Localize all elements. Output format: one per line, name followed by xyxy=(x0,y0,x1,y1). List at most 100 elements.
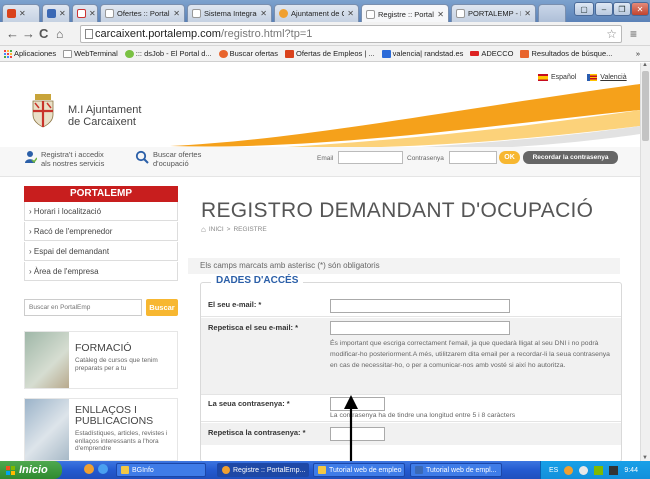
web-page: Español Valencià M.I Ajuntament de Carca… xyxy=(0,63,640,461)
coat-of-arms-logo[interactable] xyxy=(30,93,56,129)
taskbar-item-tutorial-folder[interactable]: Tutorial web de empleo xyxy=(313,463,405,477)
menu-icon[interactable]: ≡ xyxy=(630,27,637,41)
close-window-button[interactable]: ✕ xyxy=(631,2,649,16)
bookmark-resultados[interactable]: Resultados de búsque... xyxy=(520,49,612,58)
maximize-button[interactable]: ❐ xyxy=(613,2,631,16)
reload-icon[interactable]: C xyxy=(39,27,48,41)
password-help-text: La contrasenya ha de tindre una longitud… xyxy=(330,412,516,419)
window-user-icon[interactable]: ▢ xyxy=(574,2,594,16)
promo-formacio[interactable]: FORMACIÓ Catàleg de cursos que tenim pre… xyxy=(24,331,178,389)
search-icon xyxy=(135,150,149,164)
tray-chrome-icon[interactable] xyxy=(564,465,574,475)
sidebar-search-button[interactable]: Buscar xyxy=(146,299,178,316)
password-repeat-label: Repetisca la contrasenya: * xyxy=(208,428,306,437)
bookmark-ofertas-empleos[interactable]: Ofertas de Empleos | ... xyxy=(284,49,375,58)
forward-arrow-icon[interactable]: → xyxy=(22,27,35,41)
email-row: El seu e-mail: * xyxy=(201,295,621,317)
dsjob-icon xyxy=(124,49,134,58)
sidebar-item-area-empresa[interactable]: › Àrea de l'empresa xyxy=(24,262,178,281)
email-repeat-input[interactable] xyxy=(330,321,510,335)
lang-es-link[interactable]: Español xyxy=(551,74,576,81)
page-icon xyxy=(366,9,375,19)
sidebar-item-raco-emprenedor[interactable]: › Racó de l'emprenedor xyxy=(24,222,178,241)
page-icon xyxy=(105,9,114,18)
enllacos-image xyxy=(25,399,69,460)
bookmark-buscar-ofertas[interactable]: Buscar ofertas xyxy=(218,49,278,58)
section-title: DADES D'ACCÉS xyxy=(211,275,304,286)
windows-logo-icon xyxy=(6,465,15,475)
chrome-quicklaunch-icon[interactable] xyxy=(84,464,94,474)
close-icon[interactable]: ✕ xyxy=(89,9,96,18)
breadcrumb-home[interactable]: INICI xyxy=(209,226,224,233)
login-password-input[interactable] xyxy=(449,151,497,164)
browser-tab-strip: ✕ ✕ ✕ Ofertes :: PortalE ✕ Sistema Integ… xyxy=(0,0,650,23)
promo-enllacos[interactable]: ENLLAÇOS I PUBLICACIONS Estadístiques, a… xyxy=(24,398,178,461)
bookmark-star-icon[interactable]: ☆ xyxy=(606,26,617,42)
taskbar-item-registre[interactable]: Registre :: PortalEmp... xyxy=(217,463,309,477)
bookmark-aplicaciones[interactable]: Aplicaciones xyxy=(4,49,56,58)
new-tab-button[interactable] xyxy=(538,4,566,22)
browser-tab-ajuntament[interactable]: Ajuntament de Ca ✕ xyxy=(274,4,359,22)
close-icon[interactable]: ✕ xyxy=(437,10,444,19)
keyboard-language[interactable]: ES xyxy=(549,467,558,474)
password-label: La seua contrasenya: * xyxy=(208,399,290,408)
email-input[interactable] xyxy=(330,299,510,313)
system-tray: ES 9:44 xyxy=(540,461,650,479)
close-icon[interactable]: ✕ xyxy=(59,9,66,18)
favicon-icon xyxy=(47,9,56,18)
browser-toolbar: ← → C ⌂ carcaixent.portalemp.com/registr… xyxy=(0,22,650,46)
bookmark-randstad[interactable]: valencia| randstad.es xyxy=(381,49,463,58)
email-repeat-label: Repetisca el seu e-mail: * xyxy=(208,323,299,332)
register-link[interactable]: Registra't i accedix als nostres servici… xyxy=(25,150,104,168)
formacio-image xyxy=(25,332,69,388)
back-arrow-icon[interactable]: ← xyxy=(6,27,19,41)
more-bookmarks-icon[interactable]: » xyxy=(636,49,640,58)
sidebar-item-horari[interactable]: › Horari i localització xyxy=(24,202,178,221)
ie-quicklaunch-icon[interactable] xyxy=(98,464,108,474)
browser-tab-2[interactable]: ✕ xyxy=(42,4,70,22)
gmail-icon xyxy=(77,9,86,18)
minimize-button[interactable]: – xyxy=(595,2,613,16)
close-icon[interactable]: ✕ xyxy=(524,9,531,18)
taskbar-item-tutorial-word[interactable]: Tutorial web de empl... xyxy=(410,463,502,477)
close-icon[interactable]: ✕ xyxy=(260,9,267,18)
login-email-label: Email xyxy=(317,155,334,162)
close-icon[interactable]: ✕ xyxy=(173,9,180,18)
browser-tab-sistema[interactable]: Sistema Integrado ✕ xyxy=(187,4,272,22)
browser-tab-registre[interactable]: Registre :: PortalE ✕ xyxy=(361,4,449,23)
ajuntament-favicon-icon xyxy=(279,9,288,18)
login-ok-button[interactable]: OK xyxy=(499,151,520,164)
lang-va-link[interactable]: Valencià xyxy=(600,74,626,81)
promo-formacio-desc: Catàleg de cursos que tenim preparats pe… xyxy=(75,357,158,372)
page-scrollbar[interactable]: ▲ ▼ xyxy=(640,62,650,461)
bookmark-dsjob[interactable]: ::: dsJob - El Portal d... xyxy=(124,49,212,58)
search-jobs-link[interactable]: Buscar ofertes d'ocupació xyxy=(135,150,201,168)
tray-security-icon[interactable] xyxy=(609,465,619,475)
page-icon xyxy=(63,49,73,58)
start-button[interactable]: Inicio xyxy=(0,461,62,479)
tray-volume-icon[interactable] xyxy=(594,465,604,475)
browser-tab-portalemp[interactable]: PORTALEMP - Port ✕ xyxy=(451,4,536,22)
clock: 9:44 xyxy=(624,466,638,474)
close-icon[interactable]: ✕ xyxy=(19,9,26,18)
browser-tab-1[interactable]: ✕ xyxy=(2,4,40,22)
browser-tab-3[interactable]: ✕ xyxy=(72,4,98,22)
page-title: REGISTRO DEMANDANT D'OCUPACIÓ xyxy=(201,199,594,222)
close-icon[interactable]: ✕ xyxy=(347,9,354,18)
page-icon xyxy=(85,29,93,39)
language-selector: Español Valencià xyxy=(538,74,627,81)
address-bar[interactable]: carcaixent.portalemp.com/registro.html?t… xyxy=(80,25,622,43)
scroll-up-icon[interactable]: ▲ xyxy=(642,62,648,68)
remember-password-button[interactable]: Recordar la contrasenya xyxy=(523,151,618,164)
home-icon[interactable]: ⌂ xyxy=(56,27,63,41)
sidebar-item-espai-demandant[interactable]: › Espai del demandant xyxy=(24,242,178,261)
tray-network-icon[interactable] xyxy=(579,465,589,475)
bookmark-adecco[interactable]: ADECCO xyxy=(470,49,513,58)
sidebar-search-input[interactable] xyxy=(24,299,142,316)
scrollbar-thumb[interactable] xyxy=(642,71,649,141)
browser-tab-ofertes[interactable]: Ofertes :: PortalE ✕ xyxy=(100,4,185,22)
bookmark-webterminal[interactable]: WebTerminal xyxy=(63,49,118,58)
windows-taskbar: Inicio BGInfo Registre :: PortalEmp... T… xyxy=(0,461,650,479)
login-email-input[interactable] xyxy=(338,151,403,164)
taskbar-item-bginfo[interactable]: BGInfo xyxy=(116,463,206,477)
